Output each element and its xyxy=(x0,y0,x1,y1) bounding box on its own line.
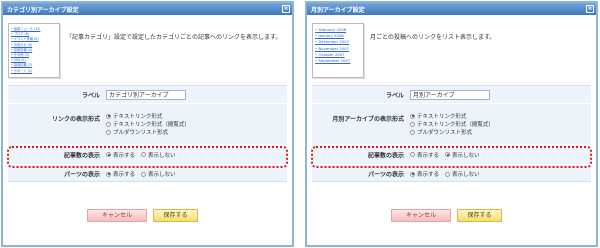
settings-form: ラベル カテゴリ別アーカイブ リンクの表示形式 テキストリンク形式 テキストリン… xyxy=(8,85,287,182)
count-show-option[interactable]: 表示する xyxy=(106,151,135,159)
settings-form: ラベル 月別アーカイブ 月別アーカイブの表示形式 テキストリンク形式 テキストリ… xyxy=(312,85,591,182)
dialog-description: 月ごとの投稿へのリンクをリスト表示します。 xyxy=(370,34,496,41)
link-option-text-browse[interactable]: テキストリンク形式（閲覧式） xyxy=(106,120,190,128)
parts-show-option[interactable]: 表示する xyxy=(410,170,439,178)
link-option-text[interactable]: テキストリンク形式 xyxy=(410,112,466,120)
radio-icon[interactable] xyxy=(410,121,415,127)
count-row: 記事数の表示 表示する 表示しない xyxy=(8,145,287,165)
label-input[interactable]: 月別アーカイブ xyxy=(410,90,490,100)
radio-icon[interactable] xyxy=(445,171,451,177)
link-format-row: リンクの表示形式 テキストリンク形式 テキストリンク形式（閲覧式） プルダウンリ… xyxy=(8,104,287,145)
dialog-titlebar: カテゴリ別アーカイブ設定 × xyxy=(3,3,292,15)
label-row: ラベル カテゴリ別アーカイブ xyxy=(8,86,287,104)
parts-caption: パーツの表示 xyxy=(64,171,100,179)
archive-preview-thumbnail: 最新ニュース (12) ブログ (8) イベント情報 (6) お知らせ (9) … xyxy=(8,23,60,78)
radio-selected-icon[interactable] xyxy=(106,152,111,157)
link-option-text-browse[interactable]: テキストリンク形式（閲覧式） xyxy=(410,120,494,128)
archive-preview-thumbnail: February 2008 January 2008 December 2007… xyxy=(312,23,364,78)
count-hide-option[interactable]: 表示しない xyxy=(445,151,480,159)
parts-row: パーツの表示 表示する 表示しない xyxy=(8,165,287,183)
radio-icon[interactable] xyxy=(141,171,147,177)
radio-selected-icon[interactable] xyxy=(410,171,415,177)
close-icon[interactable]: × xyxy=(586,5,594,13)
link-option-pulldown[interactable]: プルダウンリスト形式 xyxy=(106,128,168,136)
dialog-title: カテゴリ別アーカイブ設定 xyxy=(7,7,79,14)
close-icon[interactable]: × xyxy=(282,5,290,13)
count-row: 記事数の表示 表示する 表示しない xyxy=(312,145,591,165)
parts-show-option[interactable]: 表示する xyxy=(106,170,135,178)
radio-selected-icon[interactable] xyxy=(445,152,451,157)
radio-icon[interactable] xyxy=(141,152,147,157)
dialog-titlebar: 月別アーカイブ設定 × xyxy=(307,3,596,15)
parts-caption: パーツの表示 xyxy=(368,171,404,179)
radio-icon[interactable] xyxy=(410,152,415,157)
link-option-text[interactable]: テキストリンク形式 xyxy=(106,112,162,120)
label-caption: ラベル xyxy=(385,92,404,99)
link-format-caption: リンクの表示形式 xyxy=(51,116,100,123)
parts-row: パーツの表示 表示する 表示しない xyxy=(312,165,591,183)
count-show-option[interactable]: 表示する xyxy=(410,151,439,159)
radio-selected-icon[interactable] xyxy=(410,113,415,119)
cancel-button[interactable]: キャンセル xyxy=(391,209,451,222)
label-row: ラベル 月別アーカイブ xyxy=(312,86,591,104)
label-input[interactable]: カテゴリ別アーカイブ xyxy=(106,90,186,100)
radio-icon[interactable] xyxy=(106,129,111,135)
cancel-button[interactable]: キャンセル xyxy=(87,209,147,222)
category-archive-dialog: カテゴリ別アーカイブ設定 × 最新ニュース (12) ブログ (8) イベント情… xyxy=(1,1,294,247)
link-option-pulldown[interactable]: プルダウンリスト形式 xyxy=(410,128,472,136)
count-caption: 記事数の表示 xyxy=(63,152,100,159)
dialog-title: 月別アーカイブ設定 xyxy=(311,7,365,14)
preview-link: September 2007 xyxy=(315,58,361,64)
preview-link: サポート (2) xyxy=(11,69,57,74)
save-button[interactable]: 保存する xyxy=(457,209,502,222)
save-button[interactable]: 保存する xyxy=(153,209,198,222)
radio-icon[interactable] xyxy=(106,121,111,127)
radio-selected-icon[interactable] xyxy=(106,171,111,177)
radio-selected-icon[interactable] xyxy=(106,113,111,119)
parts-hide-option[interactable]: 表示しない xyxy=(445,170,480,178)
radio-icon[interactable] xyxy=(410,129,415,135)
label-caption: ラベル xyxy=(81,92,100,99)
count-caption: 記事数の表示 xyxy=(367,152,404,159)
dialog-description: 「記事カテゴリ」設定で設定したカテゴリごとの記事へのリンクを表示します。 xyxy=(66,34,282,41)
link-format-caption: 月別アーカイブの表示形式 xyxy=(332,116,404,123)
monthly-archive-dialog: 月別アーカイブ設定 × February 2008 January 2008 D… xyxy=(305,1,598,247)
parts-hide-option[interactable]: 表示しない xyxy=(141,170,176,178)
count-hide-option[interactable]: 表示しない xyxy=(141,151,176,159)
link-format-row: 月別アーカイブの表示形式 テキストリンク形式 テキストリンク形式（閲覧式） プル… xyxy=(312,104,591,145)
